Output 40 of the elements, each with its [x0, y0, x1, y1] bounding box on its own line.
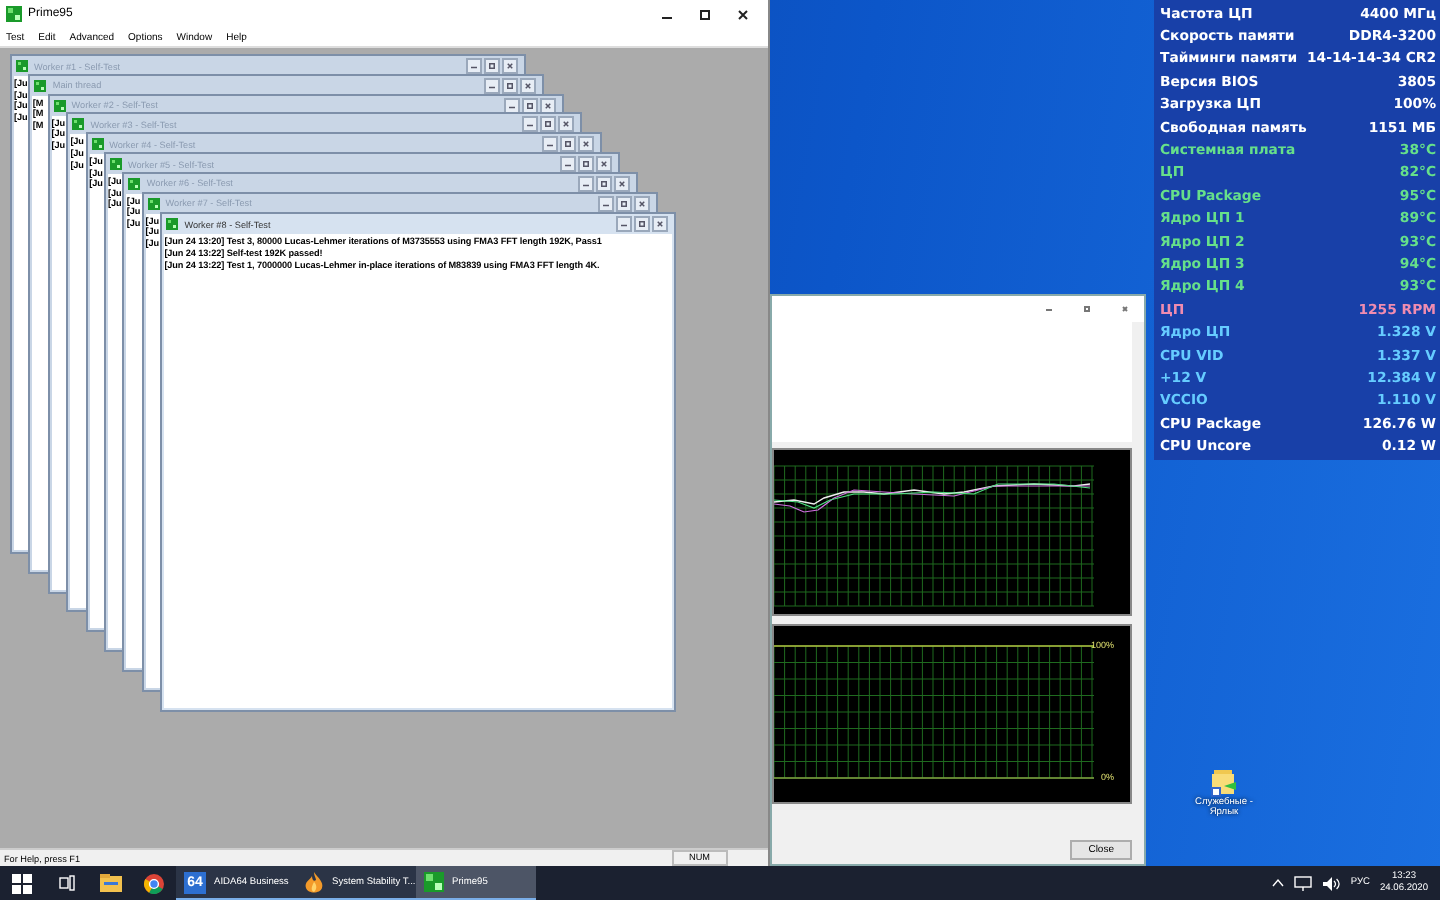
maximize-icon[interactable] [521, 97, 538, 114]
maximize-icon[interactable] [540, 116, 557, 133]
tile-icon [424, 872, 444, 892]
maximize-icon[interactable] [502, 77, 519, 94]
maximize-icon[interactable] [559, 136, 576, 153]
folder-icon[interactable] [99, 874, 121, 892]
tile-icon [72, 118, 85, 131]
maximize-icon[interactable] [615, 195, 632, 212]
close-icon[interactable] [652, 216, 669, 233]
close-icon[interactable] [614, 175, 631, 192]
flame-icon [304, 871, 324, 893]
tile-icon [110, 158, 122, 170]
task-view-icon[interactable] [57, 874, 75, 892]
windows-icon[interactable] [12, 873, 32, 893]
tile-icon [53, 99, 66, 112]
maximize-icon[interactable] [484, 58, 500, 74]
close-icon[interactable] [539, 97, 556, 114]
close-icon[interactable] [734, 5, 752, 23]
network-icon[interactable] [1294, 875, 1313, 891]
maximize-icon[interactable] [634, 216, 651, 233]
tile-icon [128, 177, 141, 190]
folder-shortcut-icon[interactable] [1208, 766, 1240, 798]
close-icon[interactable] [520, 77, 537, 94]
tile-icon [34, 79, 47, 92]
tile-icon [166, 218, 179, 231]
close-icon[interactable] [502, 58, 518, 74]
speaker-icon[interactable] [1322, 875, 1341, 891]
tile-icon [91, 138, 104, 151]
caret-icon[interactable] [1272, 878, 1285, 888]
tile-icon [6, 6, 22, 22]
tile-icon [16, 60, 28, 72]
tile-icon [147, 197, 160, 210]
maximize-icon[interactable] [696, 5, 714, 23]
maximize-icon[interactable] [596, 175, 613, 192]
close-icon[interactable] [633, 195, 650, 212]
maximize-icon[interactable] [578, 156, 594, 172]
close-icon[interactable] [577, 136, 594, 153]
close-icon[interactable] [558, 116, 575, 133]
browser-icon[interactable] [144, 873, 164, 893]
close-icon[interactable] [596, 156, 612, 172]
